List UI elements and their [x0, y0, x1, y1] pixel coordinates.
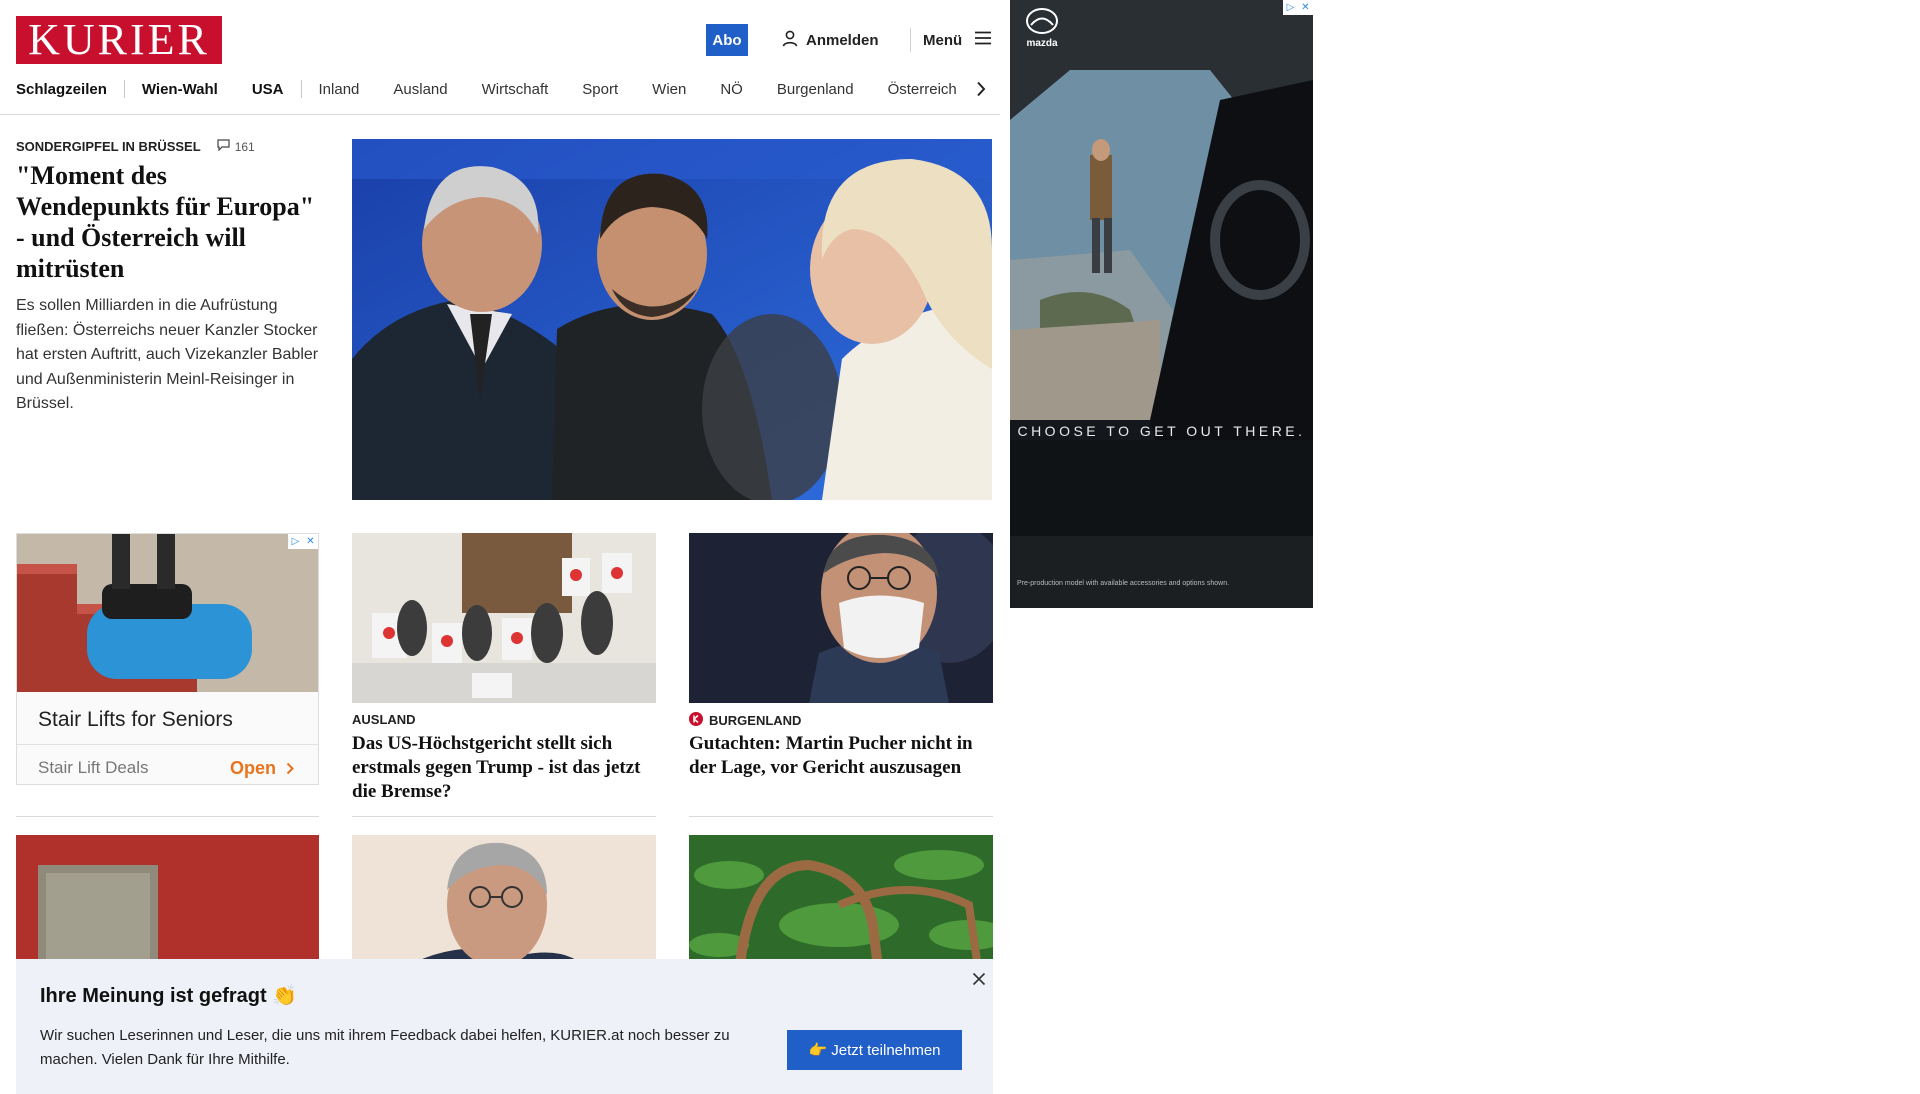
kurier-logo[interactable]: KURIER — [16, 16, 222, 64]
ad-tagline: CHOOSE TO GET OUT THERE. — [1017, 423, 1306, 439]
hero-photo-illustration — [352, 139, 992, 500]
nav-item-usa[interactable]: USA — [235, 81, 301, 98]
ad-choices[interactable]: ▷ ✕ — [288, 534, 318, 549]
ad-info-icon[interactable]: ▷ — [288, 534, 303, 549]
article-kicker: AUSLAND — [352, 712, 416, 727]
nav-item-schlagzeilen[interactable]: Schlagzeilen — [16, 81, 124, 98]
article-kicker-label: AUSLAND — [352, 712, 416, 727]
comment-count[interactable]: 161 — [217, 139, 255, 154]
nav-item-wien-wahl[interactable]: Wien-Wahl — [125, 81, 235, 98]
login-label: Anmelden — [806, 31, 879, 49]
chevron-right-icon[interactable] — [970, 78, 992, 100]
nav-item-burgenland[interactable]: Burgenland — [760, 81, 871, 98]
hero-headline[interactable]: "Moment des Wendepunkts für Europa" - un… — [16, 160, 326, 284]
ad-close-icon[interactable]: ✕ — [1298, 0, 1313, 15]
sponsored-ad-stairlift[interactable]: ▷ ✕ Stair Lifts for Seniors Stair Lift D… — [16, 533, 319, 785]
login-button[interactable]: Anmelden — [782, 30, 879, 50]
header-divider — [910, 28, 911, 52]
floor-plaque-photo — [16, 835, 319, 975]
protest-photo — [352, 533, 656, 703]
sponsored-ad-mazda[interactable]: mazda ▷ ✕ CHOOSE TO GET OUT THERE. Pre-p… — [1010, 0, 1313, 608]
subscribe-button[interactable]: Abo — [706, 24, 748, 56]
ad-footnote: Pre-production model with available acce… — [1017, 580, 1230, 587]
main-navigation: Schlagzeilen Wien-Wahl USA Inland Auslan… — [16, 78, 974, 100]
card-divider — [689, 816, 993, 817]
card-divider — [16, 816, 319, 817]
article-image-ausland[interactable] — [352, 533, 656, 703]
article-kicker-label: BURGENLAND — [709, 713, 802, 728]
menu-button[interactable]: Menü — [923, 30, 992, 50]
mazda-logo-icon — [1022, 6, 1062, 36]
nav-item-inland[interactable]: Inland — [302, 81, 377, 98]
article-image-row2-2[interactable] — [352, 835, 656, 975]
survey-title: Ihre Meinung ist gefragt 👏 — [40, 985, 298, 1007]
nav-item-ausland[interactable]: Ausland — [376, 81, 464, 98]
comment-icon — [217, 139, 230, 154]
nav-item-wirtschaft[interactable]: Wirtschaft — [465, 81, 566, 98]
close-icon[interactable] — [967, 967, 991, 991]
stairlift-ad-image — [17, 534, 318, 692]
man-with-mask-photo — [689, 533, 993, 703]
mazda-brand-label: mazda — [1026, 38, 1058, 49]
man-portrait-photo — [352, 835, 656, 975]
kurier-plus-icon — [689, 712, 703, 729]
article-image-row2-3[interactable] — [689, 835, 993, 975]
article-image-burgenland[interactable] — [689, 533, 993, 703]
hero-kicker-label: SONDERGIPFEL IN BRÜSSEL — [16, 139, 201, 154]
hero-image[interactable] — [352, 139, 992, 500]
survey-text: Wir suchen Leserinnen und Leser, die uns… — [40, 1027, 730, 1068]
article-title[interactable]: Gutachten: Martin Pucher nicht in der La… — [689, 732, 993, 780]
ad-open-button[interactable]: Open — [230, 758, 294, 779]
ad-sponsor: Stair Lift Deals — [38, 758, 149, 777]
ad-close-icon[interactable]: ✕ — [303, 534, 318, 549]
survey-banner: Ihre Meinung ist gefragt 👏 Wir suchen Le… — [16, 959, 993, 1094]
hero-teaser: Es sollen Milliarden in die Aufrüstung f… — [16, 297, 319, 412]
card-divider — [352, 816, 656, 817]
article-title[interactable]: Das US-Höchstgericht stellt sich erstmal… — [352, 732, 652, 804]
menu-label: Menü — [923, 31, 963, 49]
ad-title: Stair Lifts for Seniors — [38, 708, 233, 731]
hamburger-icon — [974, 31, 992, 49]
nav-item-noe[interactable]: NÖ — [703, 81, 760, 98]
user-icon — [782, 30, 798, 51]
article-image-row2-1[interactable] — [16, 835, 319, 975]
ad-choices[interactable]: ▷ ✕ — [1283, 0, 1313, 15]
nav-item-wien[interactable]: Wien — [635, 81, 703, 98]
ad-open-label: Open — [230, 758, 277, 778]
comment-count-value: 161 — [234, 139, 255, 154]
survey-participate-button[interactable]: 👉 Jetzt teilnehmen — [787, 1030, 962, 1070]
leaves-basket-photo — [689, 835, 993, 975]
nav-item-oesterreich[interactable]: Österreich — [871, 81, 974, 98]
mazda-ad-image — [1010, 0, 1313, 608]
site-header: KURIER Abo Anmelden Menü Schlagzeilen Wi… — [0, 0, 1000, 115]
hero-kicker: SONDERGIPFEL IN BRÜSSEL 161 — [16, 139, 255, 154]
chevron-right-icon — [286, 762, 294, 775]
nav-item-sport[interactable]: Sport — [565, 81, 635, 98]
article-kicker: BURGENLAND — [689, 712, 801, 729]
ad-info-icon[interactable]: ▷ — [1283, 0, 1298, 15]
